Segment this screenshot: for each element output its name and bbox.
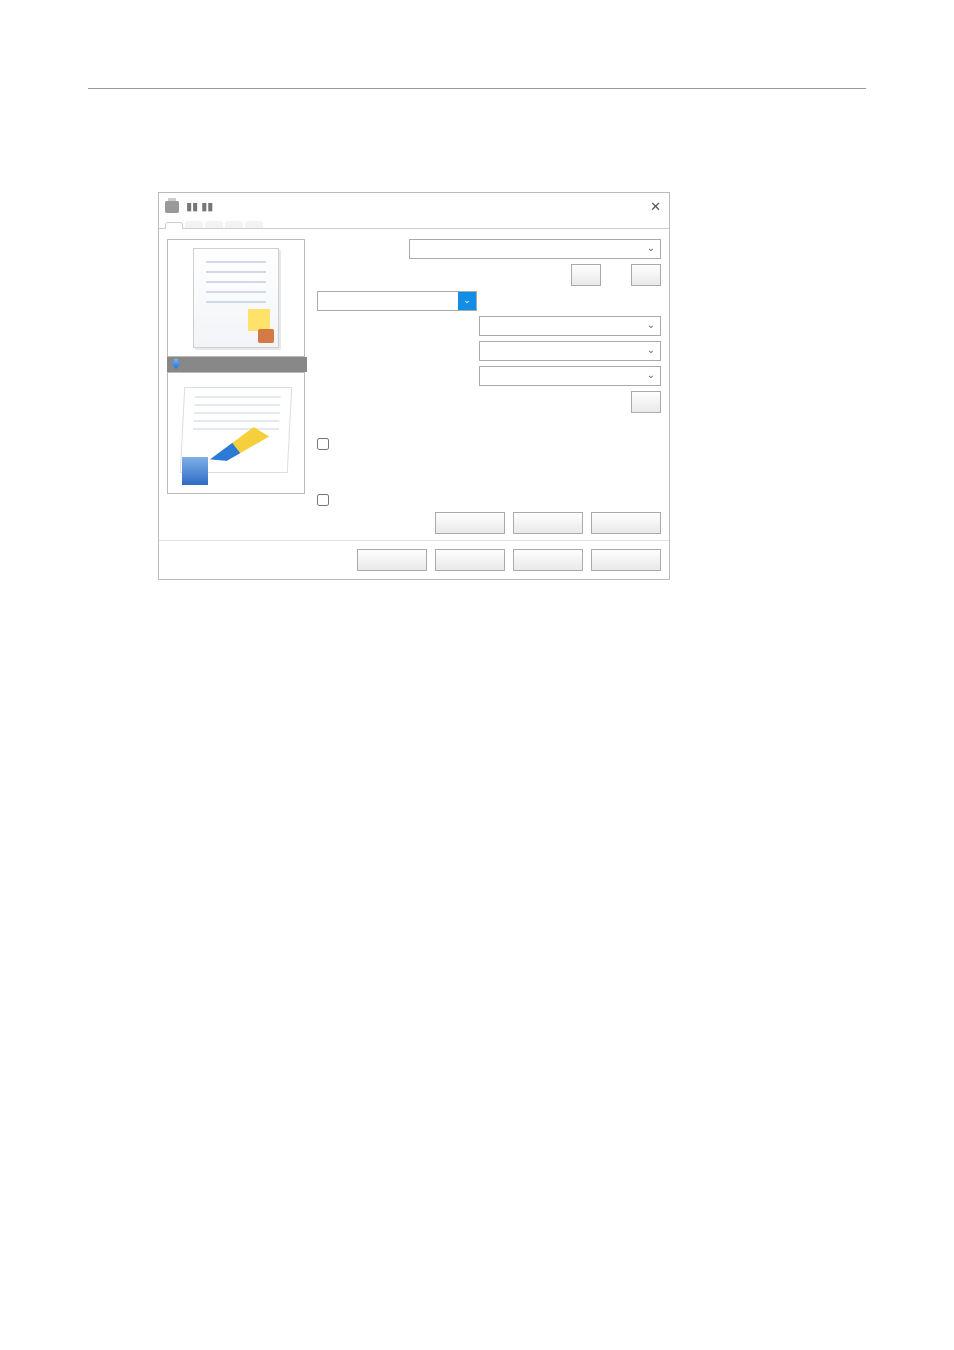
tab-layout[interactable] (205, 221, 223, 228)
tab-utility[interactable] (245, 221, 263, 228)
dialog-tabs (159, 219, 669, 229)
preview-badge-icon (182, 457, 208, 485)
tab-favorites[interactable] (225, 221, 243, 228)
down-arrow-icon (171, 359, 181, 369)
dialog-title-model: ▮▮ ▮▮ (186, 201, 213, 213)
chevron-down-icon: ⌄ (644, 343, 658, 359)
printing-preferences-dialog: ▮▮ ▮▮ ✕ (158, 192, 670, 580)
printer-icon (165, 201, 179, 213)
actual-size-bar[interactable] (167, 357, 307, 372)
tab-page-setup[interactable] (185, 221, 203, 228)
ok-button[interactable] (357, 549, 427, 571)
step-2: ▮▮ ▮▮ ✕ (140, 192, 866, 580)
tab-main[interactable] (165, 222, 183, 229)
preview-before-printing-checkbox[interactable] (317, 494, 661, 506)
get-information-button[interactable] (571, 264, 601, 286)
print-priority-combo[interactable]: ⌄ (479, 316, 661, 336)
chevron-down-icon: ⌄ (644, 368, 658, 384)
chevron-down-icon: ⌄ (644, 241, 658, 257)
about-button[interactable] (513, 512, 583, 534)
status-monitor-button[interactable] (435, 512, 505, 534)
color-settings-button[interactable] (631, 391, 661, 413)
help-button[interactable] (591, 549, 661, 571)
close-button[interactable]: ✕ (650, 197, 661, 217)
chevron-down-icon: ⌄ (644, 318, 658, 334)
page-title-wrap (88, 80, 866, 89)
color-mode-combo[interactable]: ⌄ (479, 366, 661, 386)
thicken-fine-lines-checkbox[interactable] (317, 438, 661, 450)
media-type-combo[interactable]: ⌄ (409, 239, 661, 259)
dialog-titlebar: ▮▮ ▮▮ ✕ (159, 193, 669, 219)
print-quality-combo[interactable]: ⌄ (479, 341, 661, 361)
apply-button[interactable] (513, 549, 583, 571)
defaults-button[interactable] (591, 512, 661, 534)
section-paragraph-2 (102, 117, 866, 162)
roll-preview (167, 372, 305, 494)
cancel-button[interactable] (435, 549, 505, 571)
advanced-settings-combo[interactable]: ⌄ (317, 291, 477, 311)
page-thumbnail (167, 239, 305, 357)
specify-button[interactable] (631, 264, 661, 286)
chevron-down-icon: ⌄ (458, 292, 476, 310)
